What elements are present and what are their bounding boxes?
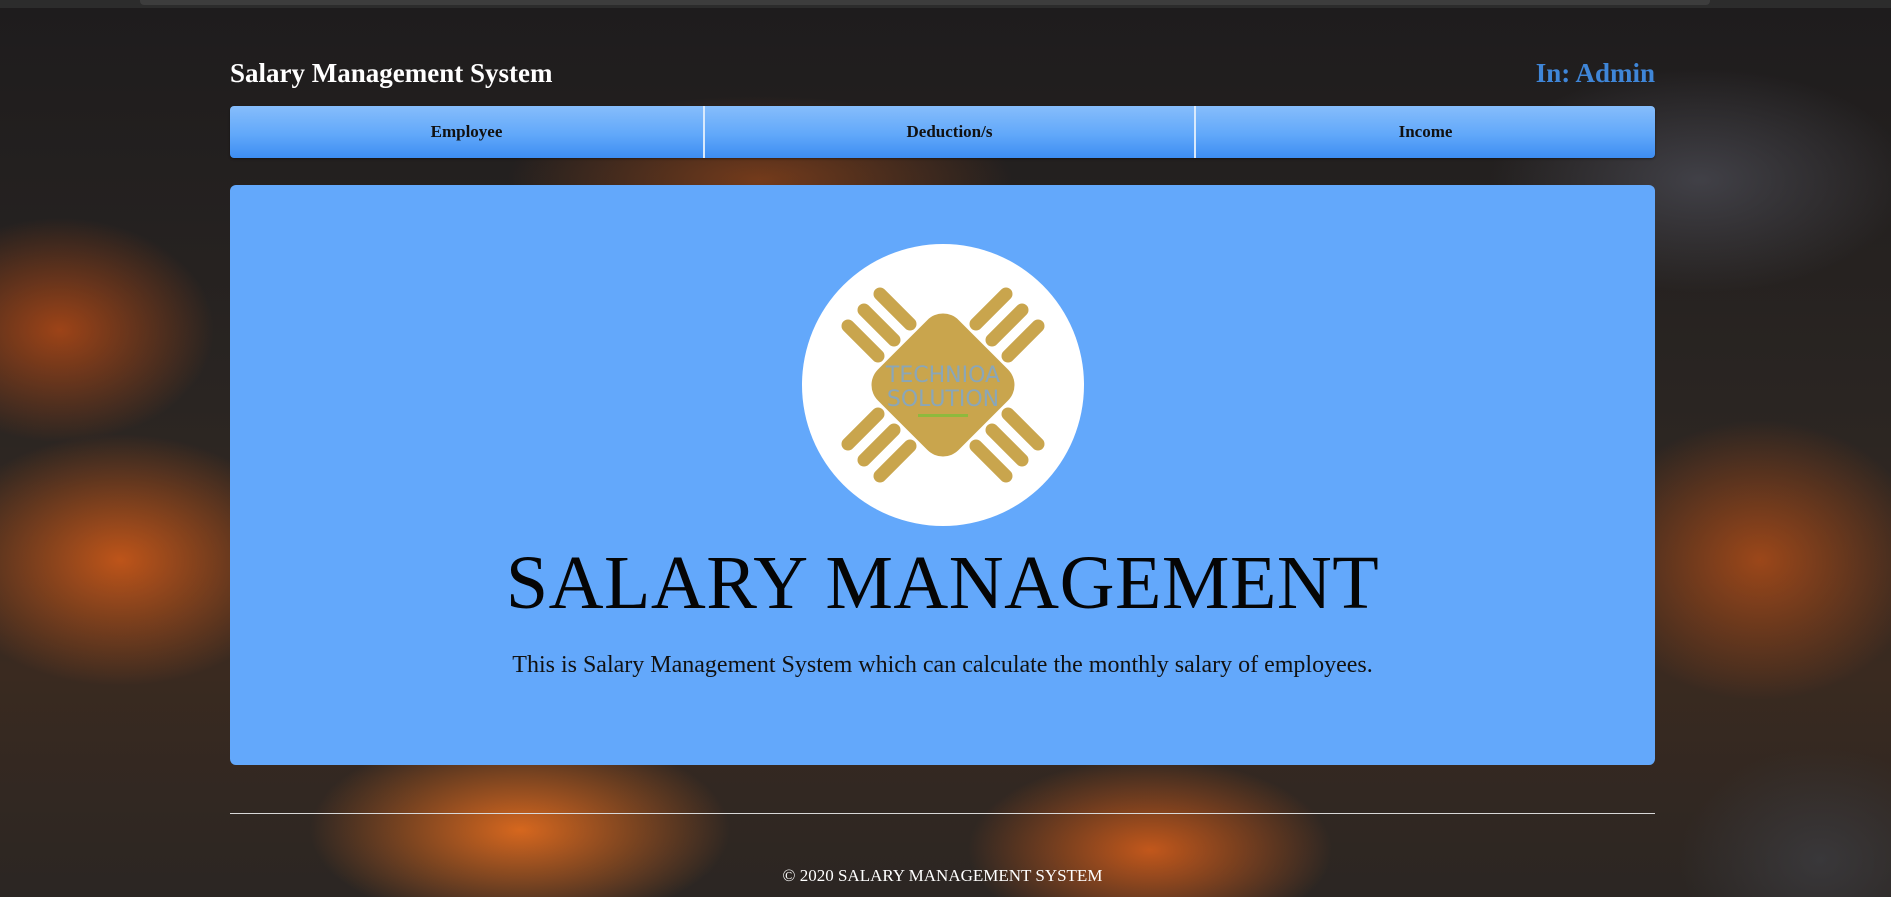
nav-item-employee[interactable]: Employee <box>230 106 705 158</box>
hero-panel: TECHNIOA SOLUTION SALARY MANAGEMENT This… <box>230 185 1655 765</box>
browser-scrollbar-track <box>140 0 1710 5</box>
site-brand[interactable]: Salary Management System <box>230 58 552 89</box>
company-logo: TECHNIOA SOLUTION <box>802 244 1084 526</box>
hero-description: This is Salary Management System which c… <box>512 652 1373 678</box>
site-header: Salary Management System In: Admin <box>230 58 1655 98</box>
logged-in-user[interactable]: In: Admin <box>1536 58 1655 89</box>
browser-top-edge <box>0 0 1891 8</box>
main-nav: Employee Deduction/s Income <box>230 106 1655 158</box>
hero-title: SALARY MANAGEMENT <box>505 541 1380 625</box>
logo-emblem-icon: TECHNIOA SOLUTION <box>841 287 1045 483</box>
logo-text-line1: TECHNIOA <box>885 363 1000 388</box>
nav-item-income[interactable]: Income <box>1196 106 1655 158</box>
nav-item-deductions[interactable]: Deduction/s <box>705 106 1196 158</box>
footer-divider <box>230 813 1655 814</box>
logo-text-line2: SOLUTION <box>887 387 999 412</box>
footer-copyright: © 2020 SALARY MANAGEMENT SYSTEM <box>782 866 1103 885</box>
